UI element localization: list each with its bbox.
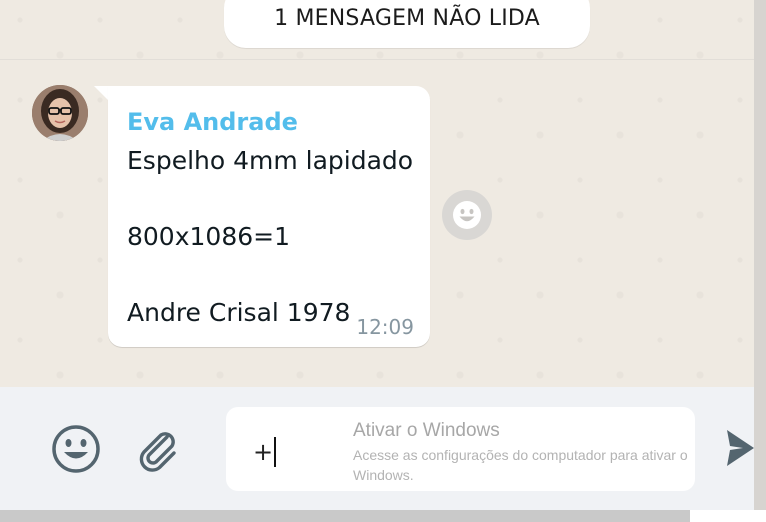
taskbar-edge-right [690,510,766,522]
send-button[interactable] [727,428,754,472]
chat-area[interactable]: 1 MENSAGEM NÃO LIDA Eva Andrade Espelho … [0,0,754,387]
taskbar-edge [0,510,690,522]
message-line: Andre Crisal 1978 [127,298,351,327]
react-button[interactable] [442,190,492,240]
avatar[interactable] [32,85,88,141]
contact-avatar-icon [32,85,88,141]
windows-activation-text: Acesse as configurações do computador pa… [353,447,688,483]
window-edge [754,0,766,522]
composer-bar: + Ativar o Windows Acesse as configuraçõ… [0,387,754,510]
emoji-icon [52,425,100,473]
unread-count-label: 1 MENSAGEM NÃO LIDA [224,0,590,48]
message-line: 800x1086=1 [127,222,290,251]
send-icon [727,430,754,466]
unread-banner: 1 MENSAGEM NÃO LIDA [0,0,754,60]
paperclip-icon [139,432,176,472]
attach-button[interactable] [134,425,182,473]
message-line: Espelho 4mm lapidado [127,146,414,175]
emoji-button[interactable] [50,423,102,475]
windows-activation-title: Ativar o Windows [353,420,500,441]
bubble-tail [94,86,108,100]
emoji-react-icon [453,201,481,229]
message-input-value[interactable]: + [253,437,277,467]
message-bubble[interactable]: Eva Andrade Espelho 4mm lapidado 800x108… [108,86,430,347]
message-timestamp: 12:09 [356,315,414,339]
text-caret [274,437,277,467]
message-input[interactable]: + Ativar o Windows Acesse as configuraçõ… [226,407,695,491]
sender-name[interactable]: Eva Andrade [127,108,298,136]
